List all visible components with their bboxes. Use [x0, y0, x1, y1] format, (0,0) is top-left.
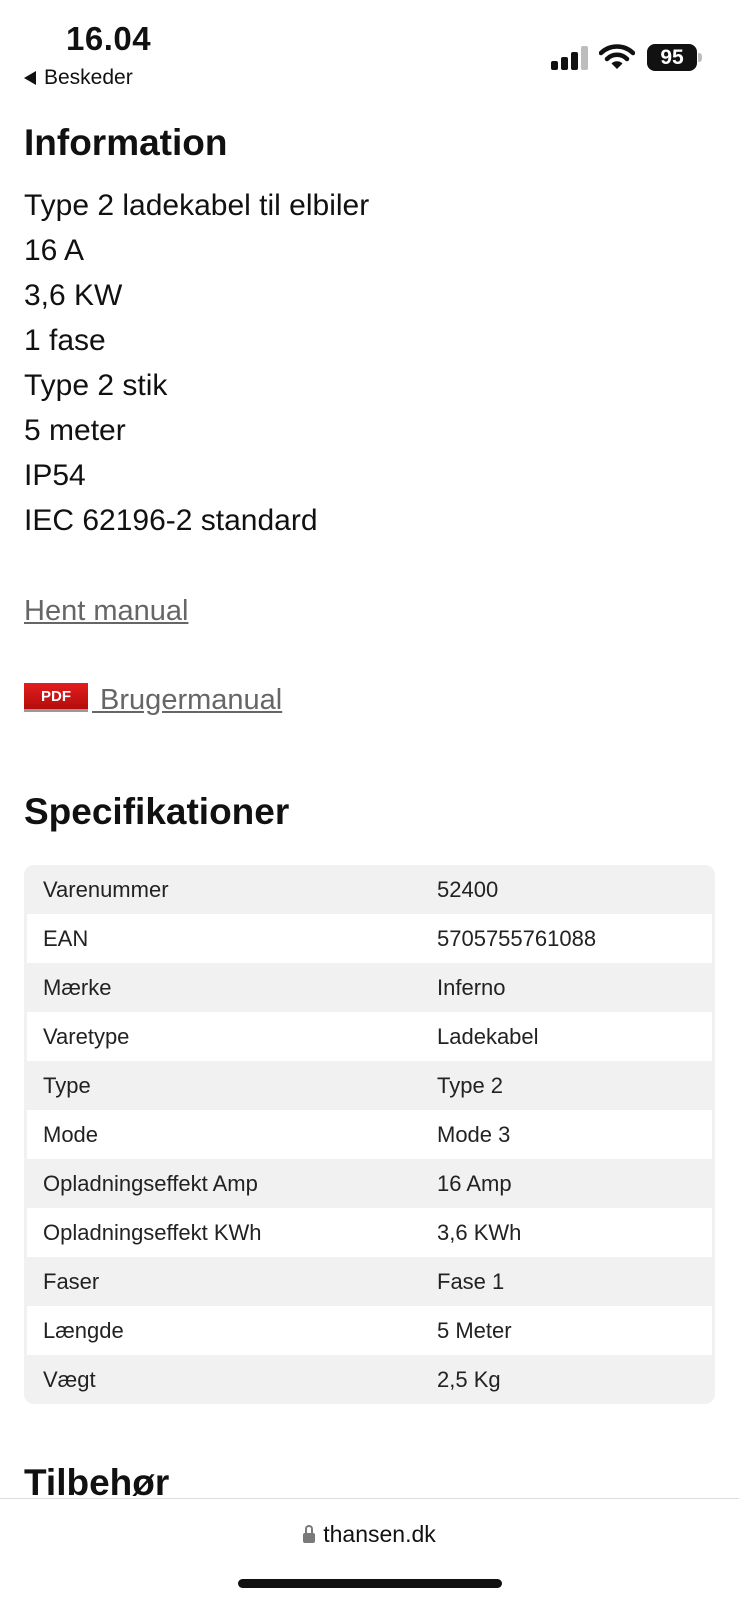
table-row: Opladningseffekt KWh 3,6 KWh [27, 1208, 712, 1257]
spec-value: 16 Amp [437, 1170, 512, 1196]
spec-key: Type [43, 1072, 91, 1098]
back-label: Beskeder [44, 66, 133, 89]
spec-key: Længde [43, 1317, 124, 1343]
status-bar: 16.04 Beskeder 95 [0, 0, 739, 100]
information-list: Type 2 ladekabel til elbiler 16 A 3,6 KW… [24, 183, 369, 543]
spec-value: Mode 3 [437, 1121, 511, 1147]
specifications-heading: Specifikationer [24, 791, 290, 832]
wifi-icon [599, 44, 635, 69]
spec-key: Vægt [43, 1366, 96, 1392]
url-display[interactable]: thansen.dk [0, 1521, 739, 1548]
spec-key: Faser [43, 1268, 100, 1294]
table-row: Mærke Inferno [27, 963, 712, 1012]
user-manual-link[interactable]: Brugermanual [92, 684, 282, 717]
spec-key: Varenummer [43, 876, 169, 902]
spec-value: Inferno [437, 974, 506, 1000]
spec-value: 52400 [437, 876, 499, 902]
table-row: Type Type 2 [27, 1061, 712, 1110]
table-row: EAN 5705755761088 [27, 914, 712, 963]
table-row: Opladningseffekt Amp 16 Amp [27, 1159, 712, 1208]
spec-value: 2,5 Kg [437, 1366, 501, 1392]
spec-key: Varetype [43, 1023, 130, 1049]
info-line: 16 A [24, 234, 85, 267]
spec-value: 3,6 KWh [437, 1219, 522, 1245]
info-line: 1 fase [24, 324, 106, 357]
back-to-messages-button[interactable]: Beskeder [24, 66, 133, 90]
info-line: 5 meter [24, 414, 126, 447]
info-line: IEC 62196-2 standard [24, 504, 318, 537]
spec-value: Ladekabel [437, 1023, 539, 1049]
spec-value: Fase 1 [437, 1268, 505, 1294]
lock-icon [303, 1524, 316, 1543]
table-row: Varetype Ladekabel [27, 1012, 712, 1061]
info-line: Type 2 ladekabel til elbiler [24, 189, 370, 222]
pdf-icon: PDF [24, 683, 88, 709]
table-row: Varenummer 52400 [27, 865, 712, 914]
information-heading: Information [24, 122, 228, 163]
browser-address-bar[interactable]: thansen.dk [0, 1498, 739, 1601]
signal-icon [551, 46, 591, 70]
info-line: 3,6 KW [24, 279, 123, 312]
table-row: Faser Fase 1 [27, 1257, 712, 1306]
spec-key: Mode [43, 1121, 99, 1147]
status-time: 16.04 [66, 20, 152, 57]
back-arrow-icon [24, 71, 36, 85]
battery-icon: 95 [647, 44, 702, 71]
spec-value: Type 2 [437, 1072, 504, 1098]
battery-level: 95 [647, 44, 697, 71]
url-text: thansen.dk [323, 1521, 436, 1547]
user-manual-row[interactable]: PDF Brugermanual [24, 683, 282, 717]
spec-key: Opladningseffekt Amp [43, 1170, 258, 1196]
info-line: Type 2 stik [24, 369, 168, 402]
spec-key: Opladningseffekt KWh [43, 1219, 262, 1245]
home-indicator[interactable] [238, 1579, 502, 1588]
spec-key: EAN [43, 925, 89, 951]
info-line: IP54 [24, 459, 86, 492]
spec-key: Mærke [43, 974, 112, 1000]
spec-value: 5 Meter [437, 1317, 512, 1343]
download-manual-link[interactable]: Hent manual [24, 595, 188, 628]
table-row: Længde 5 Meter [27, 1306, 712, 1355]
spec-value: 5705755761088 [437, 925, 597, 951]
table-row: Mode Mode 3 [27, 1110, 712, 1159]
table-row: Vægt 2,5 Kg [27, 1355, 712, 1404]
specifications-table: Varenummer 52400 EAN 5705755761088 Mærke In… [24, 865, 715, 1404]
